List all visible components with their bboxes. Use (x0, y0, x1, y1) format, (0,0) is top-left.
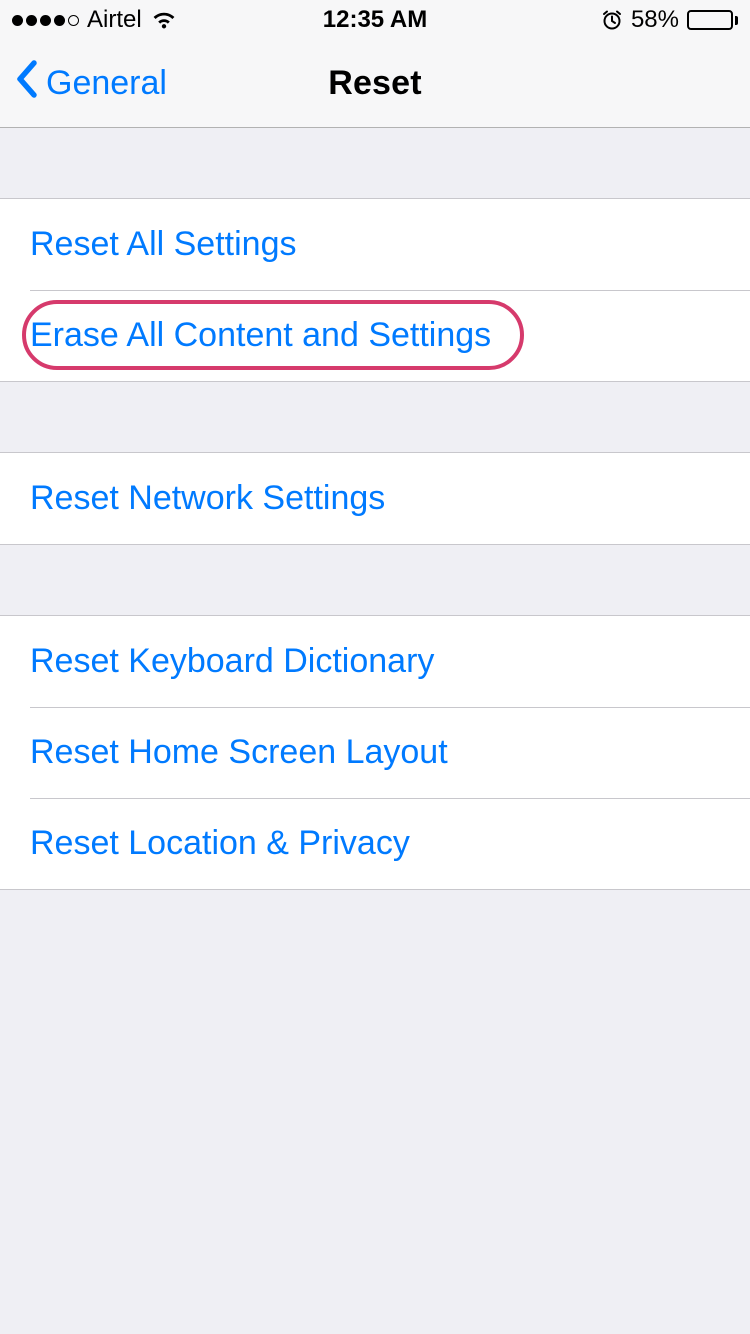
status-bar: Airtel 12:35 AM 58% (0, 0, 750, 40)
erase-all-content-row[interactable]: Erase All Content and Settings (0, 290, 750, 381)
wifi-icon (150, 9, 178, 31)
status-bar-time: 12:35 AM (323, 6, 427, 34)
section-3: Reset Keyboard Dictionary Reset Home Scr… (0, 615, 750, 890)
row-label: Reset Network Settings (30, 479, 385, 518)
status-bar-left: Airtel (12, 6, 178, 34)
section-gap (0, 128, 750, 198)
back-label: General (46, 64, 167, 103)
signal-strength-icon (12, 15, 79, 26)
battery-icon (687, 10, 738, 30)
section-gap (0, 545, 750, 615)
reset-keyboard-dictionary-row[interactable]: Reset Keyboard Dictionary (0, 616, 750, 707)
nav-bar: General Reset (0, 40, 750, 128)
alarm-icon (601, 9, 623, 31)
battery-percent-label: 58% (631, 6, 679, 34)
chevron-left-icon (16, 59, 40, 108)
status-bar-right: 58% (601, 6, 738, 34)
row-label: Reset Location & Privacy (30, 824, 410, 863)
section-2: Reset Network Settings (0, 452, 750, 545)
page-title: Reset (328, 64, 422, 103)
section-1: Reset All Settings Erase All Content and… (0, 198, 750, 382)
row-label: Reset All Settings (30, 225, 296, 264)
reset-location-privacy-row[interactable]: Reset Location & Privacy (0, 798, 750, 889)
section-gap (0, 382, 750, 452)
reset-home-screen-layout-row[interactable]: Reset Home Screen Layout (0, 707, 750, 798)
reset-network-settings-row[interactable]: Reset Network Settings (0, 453, 750, 544)
reset-all-settings-row[interactable]: Reset All Settings (0, 199, 750, 290)
row-label: Reset Home Screen Layout (30, 733, 448, 772)
carrier-label: Airtel (87, 6, 142, 34)
row-label: Reset Keyboard Dictionary (30, 642, 434, 681)
row-label: Erase All Content and Settings (30, 316, 491, 355)
back-button[interactable]: General (8, 59, 167, 108)
